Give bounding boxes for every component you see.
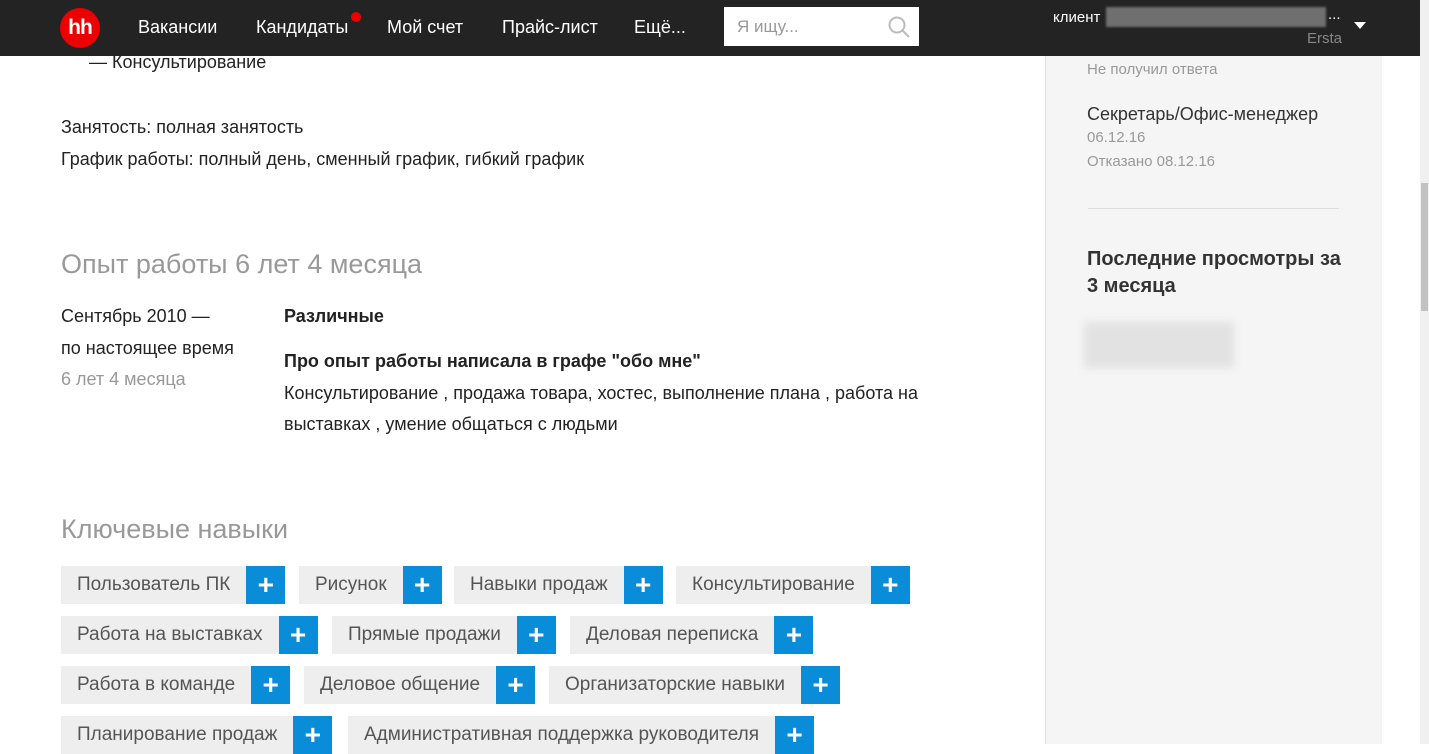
skill-label: Организаторские навыки: [565, 674, 786, 695]
plus-icon[interactable]: +: [775, 716, 815, 754]
search-box: [724, 7, 919, 46]
skill-label: Навыки продаж: [470, 574, 608, 595]
skill-tag[interactable]: Навыки продаж +: [454, 566, 663, 604]
skill-tag[interactable]: Деловое общение +: [304, 666, 536, 704]
user-name-redacted: [1106, 7, 1326, 27]
skill-tag[interactable]: Планирование продаж +: [61, 716, 333, 754]
skill-tag[interactable]: Прямые продажи +: [332, 616, 556, 654]
job-description-line2: выставках , умение общаться с людьми: [284, 414, 618, 434]
user-label[interactable]: клиент: [1053, 9, 1100, 26]
skills-heading: Ключевые навыки: [61, 514, 289, 544]
plus-icon[interactable]: +: [251, 666, 291, 704]
plus-icon[interactable]: +: [293, 716, 333, 754]
divider: [1088, 208, 1339, 209]
skill-label: Деловая переписка: [586, 624, 759, 645]
plus-icon[interactable]: +: [801, 666, 841, 704]
user-company: Ersta: [1307, 30, 1343, 47]
skill-tag[interactable]: Работа на выставках +: [61, 616, 318, 654]
user-ellipsis: ...: [1328, 6, 1341, 23]
job-position: Про опыт работы написала в графе "обо мн…: [284, 351, 701, 371]
chevron-down-icon[interactable]: [1354, 22, 1366, 29]
skill-tag[interactable]: Административная поддержка руководителя …: [348, 716, 815, 754]
skill-label: Планирование продаж: [77, 724, 278, 745]
right-sidebar: Не получил ответа Секретарь/Офис-менедже…: [1045, 56, 1382, 744]
nav-candidates[interactable]: Кандидаты: [256, 17, 348, 38]
skill-label: Работа на выставках: [77, 624, 263, 645]
skill-tag[interactable]: Пользователь ПК +: [61, 566, 286, 604]
nav-vacancies[interactable]: Вакансии: [138, 17, 217, 38]
page-scrollbar[interactable]: [1420, 0, 1429, 744]
experience-heading: Опыт работы 6 лет 4 месяца: [61, 249, 423, 279]
skill-tag[interactable]: Консультирование +: [676, 566, 910, 604]
recent-views-heading-line1: Последние просмотры за: [1087, 248, 1341, 270]
rejection-status: Отказано 08.12.16: [1087, 153, 1216, 170]
skill-tag[interactable]: Работа в команде +: [61, 666, 291, 704]
skill-label: Работа в команде: [77, 674, 236, 695]
job-duration: 6 лет 4 месяца: [61, 369, 186, 389]
schedule-text: График работы: полный день, сменный граф…: [61, 149, 585, 169]
skill-tag[interactable]: Деловая переписка +: [570, 616, 814, 654]
skill-label: Административная поддержка руководителя: [364, 724, 760, 745]
recent-views-redacted: [1084, 322, 1234, 368]
skill-tag[interactable]: Рисунок +: [299, 566, 442, 604]
plus-icon[interactable]: +: [870, 566, 910, 604]
recent-views-heading-line2: 3 месяца: [1087, 275, 1176, 297]
plus-icon[interactable]: +: [623, 566, 663, 604]
job-period-end: по настоящее время: [61, 338, 234, 358]
skill-label: Деловое общение: [320, 674, 481, 695]
response-date: 06.12.16: [1087, 129, 1146, 146]
response-status: Не получил ответа: [1087, 61, 1218, 78]
skill-label: Прямые продажи: [348, 624, 501, 645]
plus-icon[interactable]: +: [774, 616, 814, 654]
vacancy-link[interactable]: Секретарь/Офис-менеджер: [1087, 104, 1318, 125]
plus-icon[interactable]: +: [516, 616, 556, 654]
skill-label: Пользователь ПК: [77, 574, 231, 595]
hh-logo[interactable]: hh: [60, 8, 100, 48]
skill-label: Рисунок: [315, 574, 387, 595]
job-company: Различные: [284, 306, 384, 326]
job-period-start: Сентябрь 2010 —: [61, 306, 210, 326]
plus-icon[interactable]: +: [246, 566, 286, 604]
employment-text: Занятость: полная занятость: [61, 117, 304, 137]
plus-icon[interactable]: +: [496, 666, 536, 704]
skill-tag[interactable]: Организаторские навыки +: [549, 666, 841, 704]
search-icon[interactable]: [887, 15, 911, 39]
notification-dot: [351, 12, 361, 22]
nav-price-list[interactable]: Прайс-лист: [502, 17, 598, 38]
nav-my-account[interactable]: Мой счет: [387, 17, 463, 38]
scrollbar-thumb[interactable]: [1421, 183, 1428, 311]
plus-icon[interactable]: +: [278, 616, 318, 654]
search-input[interactable]: [724, 7, 884, 46]
plus-icon[interactable]: +: [402, 566, 442, 604]
nav-more[interactable]: Ещё...: [634, 17, 686, 38]
specialization-item: — Консультирование: [89, 52, 267, 72]
skill-label: Консультирование: [692, 574, 855, 595]
job-description-line1: Консультирование , продажа товара, хосте…: [284, 383, 918, 403]
top-header: hh Вакансии Кандидаты Мой счет Прайс-лис…: [0, 0, 1420, 56]
